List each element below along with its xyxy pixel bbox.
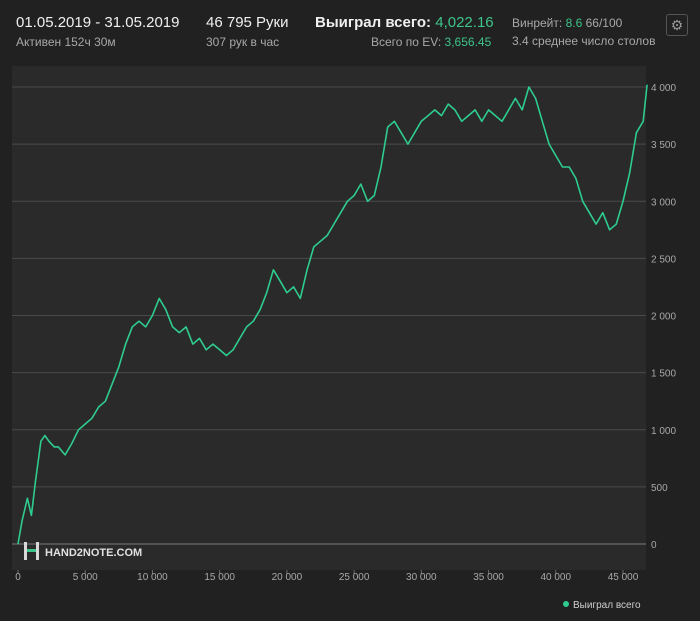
hands-count: 46 795 Руки	[206, 14, 289, 31]
won-value: 4,022.16	[435, 14, 494, 31]
x-tick-label: 40 000	[540, 572, 571, 583]
hands-per-hour: 307 рук в час	[206, 35, 280, 49]
watermark-text: HAND2NOTE.COM	[45, 547, 142, 559]
winrate-suffix: 66/100	[585, 16, 623, 30]
x-axis: 0 5 000 10 000 15 000 20 000 25 000 30 000 35 0…	[15, 570, 639, 583]
stats-header: 01.05.2019 - 31.05.2019 Активен 152ч 30м…	[0, 0, 700, 60]
y-tick-label: 3 500	[651, 140, 676, 151]
gear-icon[interactable]: ⚙	[666, 14, 688, 36]
y-tick-label: 2 000	[651, 312, 676, 323]
y-tick-label: 1 000	[651, 426, 676, 437]
won-block: Выиграл всего: 4,022.16 Всего по EV: 3,6…	[315, 14, 494, 49]
winnings-chart: 05001 0001 5002 0002 5003 0003 5004 000 …	[12, 66, 676, 611]
active-time: Активен 152ч 30м	[16, 35, 116, 49]
x-tick-label: 35 000	[473, 572, 504, 583]
x-tick-label: 10 000	[137, 572, 168, 583]
y-tick-label: 1 500	[651, 369, 676, 380]
won-label: Выиграл всего:	[315, 14, 432, 31]
avg-tables: 3.4 среднее число столов	[512, 34, 656, 48]
x-tick-label: 30 000	[406, 572, 437, 583]
date-block: 01.05.2019 - 31.05.2019 Активен 152ч 30м	[16, 14, 179, 49]
x-tick-label: 45 000	[608, 572, 639, 583]
x-tick-label: 15 000	[204, 572, 235, 583]
winrate-block: Винрейт: 8.6 66/100 3.4 среднее число ст…	[512, 16, 655, 48]
legend-label: Выиграл всего	[573, 600, 641, 611]
date-range: 01.05.2019 - 31.05.2019	[16, 14, 180, 31]
ev-value: 3,656.45	[444, 35, 492, 49]
y-tick-label: 500	[651, 483, 668, 494]
y-tick-label: 4 000	[651, 83, 676, 94]
chart-area: 0 500 1 000 1 500 2 000 2 500 3 000 3 500 4 000 …	[0, 66, 700, 616]
y-tick-label: 2 500	[651, 254, 676, 265]
y-tick-label: 0	[651, 540, 657, 551]
plot-background	[12, 66, 646, 570]
winrate-value: 8.6	[565, 16, 583, 30]
x-tick-label: 0	[15, 572, 21, 583]
x-tick-label: 5 000	[73, 572, 98, 583]
x-tick-label: 25 000	[339, 572, 370, 583]
dot-icon	[563, 601, 569, 607]
x-tick-label: 20 000	[272, 572, 303, 583]
legend[interactable]: Выиграл всего	[563, 600, 641, 611]
y-axis: 0 500 1 000 1 500 2 000 2 500 3 000 3 500 4 000	[651, 83, 676, 551]
hands-block: 46 795 Руки 307 рук в час	[206, 14, 289, 49]
winrate-label: Винрейт:	[512, 16, 563, 30]
y-tick-label: 3 000	[651, 197, 676, 208]
ev-label: Всего по EV:	[371, 35, 442, 49]
